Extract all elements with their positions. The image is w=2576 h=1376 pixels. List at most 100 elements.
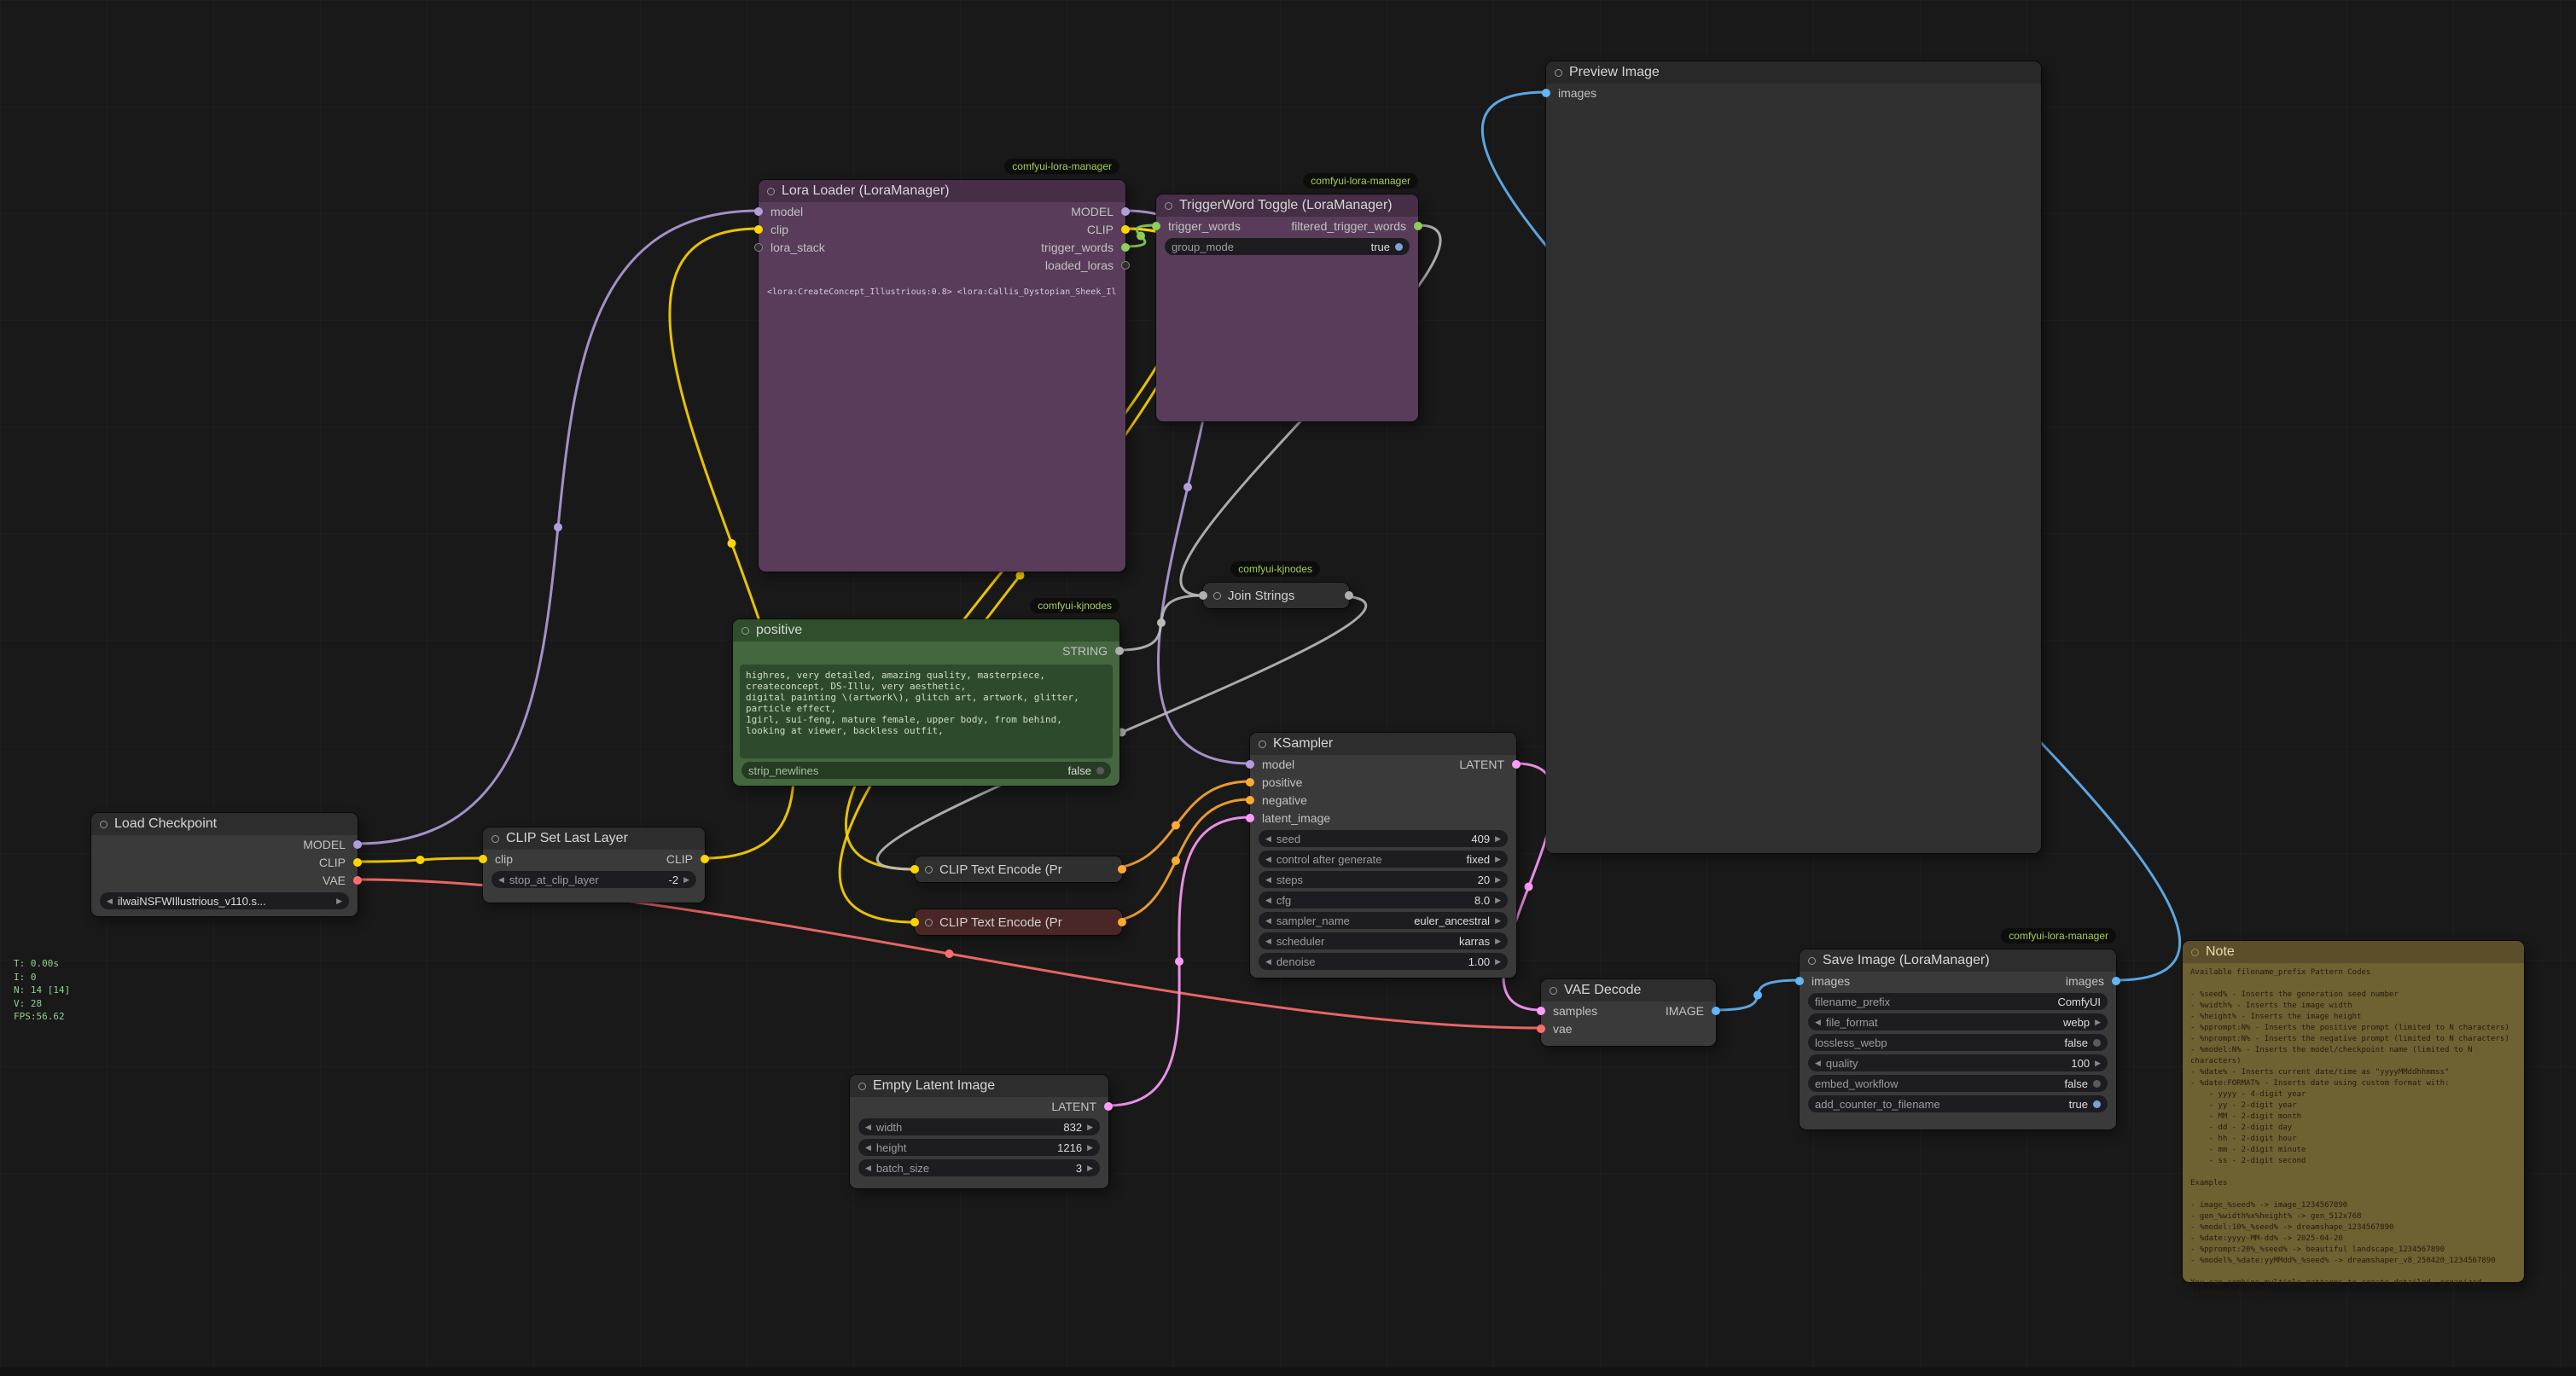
input-dot-string[interactable] [1199,591,1207,600]
input-dot-clip[interactable] [754,225,763,234]
toggle-on-icon[interactable] [2093,1100,2101,1108]
node-note[interactable]: Note Available filename_prefix Pattern C… [2183,941,2524,1282]
decrement-icon[interactable]: ◀ [1815,1059,1821,1068]
decrement-icon[interactable]: ◀ [865,1123,871,1132]
increment-icon[interactable]: ▶ [1087,1164,1093,1173]
input-dot-images[interactable] [1795,977,1804,985]
collapse-icon[interactable] [925,919,933,926]
collapse-icon[interactable] [1213,592,1221,600]
widget-control-after-generate[interactable]: ◀ control after generate fixed ▶ [1259,851,1508,868]
node-vae-decode[interactable]: VAE Decode samples IMAGE vae [1541,979,1716,1046]
output-dot-latent[interactable] [1104,1102,1113,1111]
output-dot-clip[interactable] [701,855,709,863]
node-title-bar[interactable]: Load Checkpoint [91,813,358,835]
toggle-off-icon[interactable] [2093,1039,2101,1047]
output-dot-string[interactable] [1345,591,1353,600]
prompt-textarea[interactable]: highres, very detailed, amazing quality,… [740,665,1113,758]
decrement-icon[interactable]: ◀ [1265,937,1271,946]
collapse-icon[interactable] [491,835,499,843]
widget-file-format[interactable]: ◀ file_format webp ▶ [1808,1013,2108,1031]
collapse-icon[interactable] [741,627,749,635]
node-lora-loader[interactable]: Lora Loader (LoraManager) model MODEL cl… [759,180,1125,572]
decrement-icon[interactable]: ◀ [107,897,113,906]
collapse-icon[interactable] [2191,949,2199,956]
toggle-off-icon[interactable] [2093,1080,2101,1088]
increment-icon[interactable]: ▶ [1495,834,1501,844]
input-dot-positive[interactable] [1246,778,1254,787]
increment-icon[interactable]: ▶ [2095,1059,2101,1068]
node-save-image[interactable]: Save Image (LoraManager) images images f… [1800,949,2116,1129]
output-dot-conditioning[interactable] [1118,918,1126,926]
input-dot-model[interactable] [754,207,763,216]
node-title-bar[interactable]: positive [733,619,1119,642]
node-join-strings[interactable]: Join Strings [1203,583,1349,608]
decrement-icon[interactable]: ◀ [1265,855,1271,864]
decrement-icon[interactable]: ◀ [1815,1018,1821,1027]
increment-icon[interactable]: ▶ [1087,1123,1093,1132]
node-triggerword-toggle[interactable]: TriggerWord Toggle (LoraManager) trigger… [1156,194,1418,421]
input-dot-lora-stack[interactable] [754,243,763,252]
decrement-icon[interactable]: ◀ [865,1143,871,1152]
decrement-icon[interactable]: ◀ [1265,957,1271,967]
collapse-icon[interactable] [1555,69,1562,77]
input-dot-clip[interactable] [910,865,919,874]
input-dot-clip[interactable] [910,918,919,926]
toggle-off-icon[interactable] [1096,767,1104,775]
output-dot-conditioning[interactable] [1118,865,1126,874]
output-dot-clip[interactable] [1121,225,1130,234]
widget-height[interactable]: ◀ height 1216 ▶ [858,1139,1100,1156]
decrement-icon[interactable]: ◀ [1265,896,1271,905]
collapse-icon[interactable] [858,1083,866,1090]
input-dot-negative[interactable] [1246,796,1254,804]
widget-sampler-name[interactable]: ◀ sampler_name euler_ancestral ▶ [1259,912,1508,929]
widget-lossless-webp[interactable]: lossless_webp false [1808,1034,2108,1051]
widget-filename-prefix[interactable]: filename_prefix ComfyUI [1808,993,2108,1010]
note-text[interactable]: Available filename_prefix Pattern Codes … [2190,967,2516,1300]
collapse-icon[interactable] [1808,957,1816,965]
input-dot-latent-image[interactable] [1246,814,1254,822]
output-dot-clip[interactable] [353,858,362,867]
output-dot-filtered-trigger-words[interactable] [1414,222,1422,230]
increment-icon[interactable]: ▶ [1495,916,1501,926]
node-title-bar[interactable]: TriggerWord Toggle (LoraManager) [1156,194,1418,217]
input-dot-clip[interactable] [479,855,487,863]
output-dot-images[interactable] [2112,977,2120,985]
widget-batch-size[interactable]: ◀ batch_size 3 ▶ [858,1159,1100,1176]
node-preview-image[interactable]: Preview Image images [1546,61,2041,853]
widget-stop-at-clip-layer[interactable]: ◀ stop_at_clip_layer -2 ▶ [491,871,696,888]
collapse-icon[interactable] [1259,740,1266,748]
node-title-bar[interactable]: Save Image (LoraManager) [1800,949,2116,972]
widget-group-mode[interactable]: group_mode true [1165,238,1410,255]
widget-quality[interactable]: ◀ quality 100 ▶ [1808,1054,2108,1071]
toggle-on-icon[interactable] [1395,243,1403,251]
increment-icon[interactable]: ▶ [1087,1143,1093,1152]
node-clip-text-encode-negative[interactable]: CLIP Text Encode (Pr [915,909,1122,935]
widget-cfg[interactable]: ◀ cfg 8.0 ▶ [1259,891,1508,909]
widget-ckpt-name[interactable]: ◀ ilwaiNSFWIllustrious_v110.s... ▶ [100,892,349,909]
collapse-icon[interactable] [100,821,108,828]
increment-icon[interactable]: ▶ [1495,875,1501,885]
widget-scheduler[interactable]: ◀ scheduler karras ▶ [1259,932,1508,949]
widget-add-counter-to-filename[interactable]: add_counter_to_filename true [1808,1095,2108,1112]
increment-icon[interactable]: ▶ [1495,957,1501,967]
node-title-bar[interactable]: Note [2183,941,2524,963]
decrement-icon[interactable]: ◀ [1265,834,1271,844]
collapse-icon[interactable] [1165,202,1172,210]
output-dot-string[interactable] [1115,647,1124,655]
collapse-icon[interactable] [925,866,933,874]
decrement-icon[interactable]: ◀ [498,875,504,885]
input-dot-vae[interactable] [1537,1025,1545,1033]
node-title-bar[interactable]: Empty Latent Image [850,1075,1108,1097]
input-dot-images[interactable] [1542,89,1550,97]
widget-width[interactable]: ◀ width 832 ▶ [858,1118,1100,1135]
increment-icon[interactable]: ▶ [1495,855,1501,864]
node-graph-canvas[interactable]: T: 0.00s I: 0 N: 14 [14] V: 28 FPS:56.62… [0,0,2576,1376]
collapse-icon[interactable] [1550,987,1557,995]
output-dot-loaded-loras[interactable] [1121,261,1130,270]
output-dot-vae[interactable] [353,876,362,885]
node-ksampler[interactable]: KSampler model LATENT positive negative … [1250,733,1516,978]
node-title-bar[interactable]: KSampler [1250,733,1516,755]
collapse-icon[interactable] [767,188,775,195]
node-empty-latent-image[interactable]: Empty Latent Image LATENT ◀ width 832 ▶ … [850,1075,1108,1188]
node-title-bar[interactable]: CLIP Set Last Layer [483,827,705,850]
